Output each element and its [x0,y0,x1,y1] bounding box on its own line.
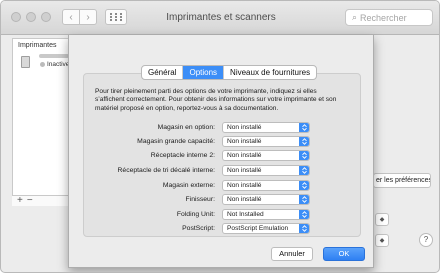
option-label-grande-capacite: Magasin grande capacité: [137,138,215,145]
option-label-postscript: PostScript: [182,225,215,232]
sharing-preferences-button[interactable]: er les préférences Partage... [373,173,431,188]
search-field[interactable]: ⌕ Rechercher [345,9,433,26]
stepper-icon [299,195,309,204]
printer-name-redacted [39,54,69,58]
titlebar: ‹ › Imprimantes et scanners ⌕ Rechercher [1,1,439,35]
stepper-icon [299,123,309,132]
options-content: Pour tirer pleinement parti des options … [83,73,361,237]
option-select-grande-capacite[interactable]: Non installé [222,136,310,147]
ok-button[interactable]: OK [323,247,365,261]
stepper-icon [299,181,309,190]
search-placeholder: Rechercher [360,12,407,23]
stepper-icon [299,210,309,219]
remove-printer-button[interactable]: − [27,196,33,206]
option-select-tri-decale[interactable]: Non installé [222,165,310,176]
stepper-icon [299,137,309,146]
add-remove-bar: + − [12,195,72,206]
sheet-tabs: Général Options Niveaux de fournitures [141,65,318,80]
options-intro-text: Pour tirer pleinement parti des options … [95,88,337,112]
option-select-receptacle-interne-2[interactable]: Non installé [222,150,310,161]
printer-list-item[interactable]: Inactive [18,53,72,75]
option-label-finisseur: Finisseur: [185,196,215,203]
option-select-postscript[interactable]: PostScript Emulation [222,223,310,234]
tab-options[interactable]: Options [183,66,225,79]
help-button[interactable]: ? [419,233,433,247]
default-printer-stepper-icon[interactable]: ◆ [375,213,389,226]
option-select-finisseur[interactable]: Non installé [222,194,310,205]
printer-icon [21,56,30,68]
printers-scanners-window: ‹ › Imprimantes et scanners ⌕ Rechercher… [0,0,440,273]
option-select-folding-unit[interactable]: Not Installed [222,209,310,220]
cancel-button[interactable]: Annuler [271,247,313,261]
stepper-icon [299,151,309,160]
options-sheet: Pour tirer pleinement parti des options … [68,35,374,268]
printers-label: Imprimantes [18,42,57,49]
stepper-icon [299,224,309,233]
option-label-folding-unit: Folding Unit: [176,211,215,218]
status-dot-icon [40,61,45,67]
option-label-tri-decale: Réceptacle de tri décalé interne: [117,167,215,174]
option-select-magasin-externe[interactable]: Non installé [222,180,310,191]
option-select-magasin-option[interactable]: Non installé [222,122,310,133]
tab-supply-levels[interactable]: Niveaux de fournitures [224,66,316,79]
option-label-receptacle-interne-2: Réceptacle interne 2: [150,152,215,159]
printer-status: Inactive [40,61,69,68]
add-printer-button[interactable]: + [17,196,23,206]
option-label-magasin-option: Magasin en option: [157,124,215,131]
default-paper-stepper-icon[interactable]: ◆ [375,234,389,247]
search-icon: ⌕ [352,12,358,22]
option-label-magasin-externe: Magasin externe: [162,182,215,189]
tab-general[interactable]: Général [142,66,184,79]
stepper-icon [299,166,309,175]
